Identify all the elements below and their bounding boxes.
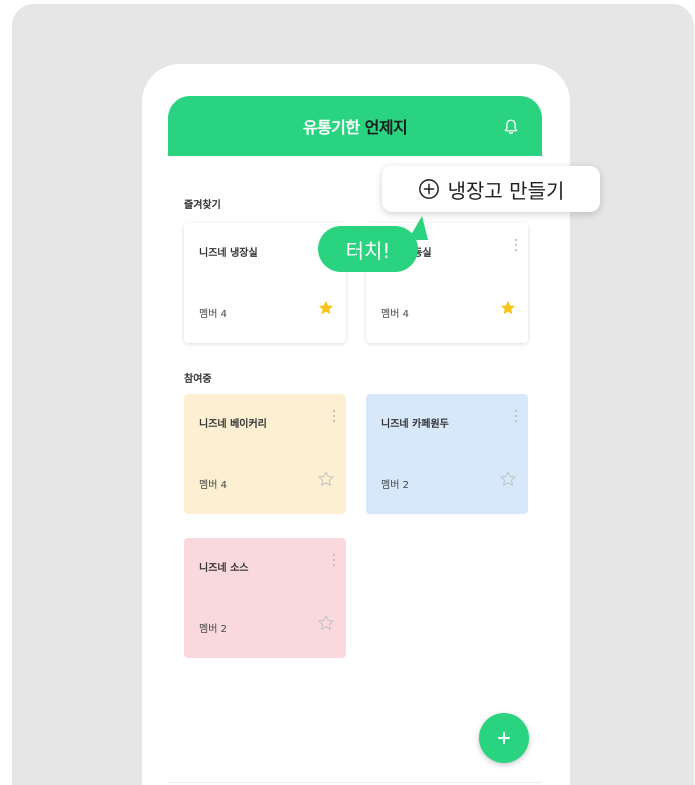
card-title: 니즈네 냉장실 [199,248,258,259]
app-header: 유통기한 언제지 [168,96,542,156]
make-fridge-tooltip[interactable]: 냉장고 만들기 [382,166,600,212]
bottom-divider [168,782,542,783]
card-member-count: 멤버 2 [381,480,409,491]
card-title: 니즈네 카페원두 [381,419,449,430]
more-vertical-icon[interactable] [513,237,519,253]
touch-hint-bubble: 터치! [318,226,418,272]
bell-icon[interactable] [502,118,520,136]
card-member-count: 멤버 4 [199,480,227,491]
star-outline-icon[interactable] [317,470,335,488]
star-outline-icon[interactable] [499,470,517,488]
more-vertical-icon[interactable] [331,408,337,424]
touch-hint-text: 터치! [345,238,391,263]
star-outline-icon[interactable] [317,614,335,632]
fridge-card-participating-3[interactable]: 니즈네 소스 멤버 2 [184,538,346,658]
favorites-section-label: 즐겨찾기 [184,200,221,211]
card-member-count: 멤버 4 [381,309,409,320]
make-fridge-label: 냉장고 만들기 [447,178,565,203]
card-title: 니즈네 소스 [199,563,249,574]
more-vertical-icon[interactable] [331,552,337,568]
card-title: 니즈네 베이커리 [199,419,267,430]
star-filled-icon[interactable] [317,299,335,317]
fridge-card-participating-1[interactable]: 니즈네 베이커리 멤버 4 [184,394,346,514]
app-title: 유통기한 언제지 [168,96,542,156]
plus-circle-icon [418,179,439,199]
participating-section-label: 참여중 [184,374,212,385]
card-member-count: 멤버 4 [199,309,227,320]
plus-icon [498,732,510,744]
more-vertical-icon[interactable] [513,408,519,424]
fridge-card-participating-2[interactable]: 니즈네 카페원두 멤버 2 [366,394,528,514]
app-title-part1: 유통기한 [302,118,360,137]
star-filled-icon[interactable] [499,299,517,317]
card-member-count: 멤버 2 [199,624,227,635]
app-title-part2: 언제지 [364,118,408,137]
add-fridge-fab[interactable] [479,713,529,763]
